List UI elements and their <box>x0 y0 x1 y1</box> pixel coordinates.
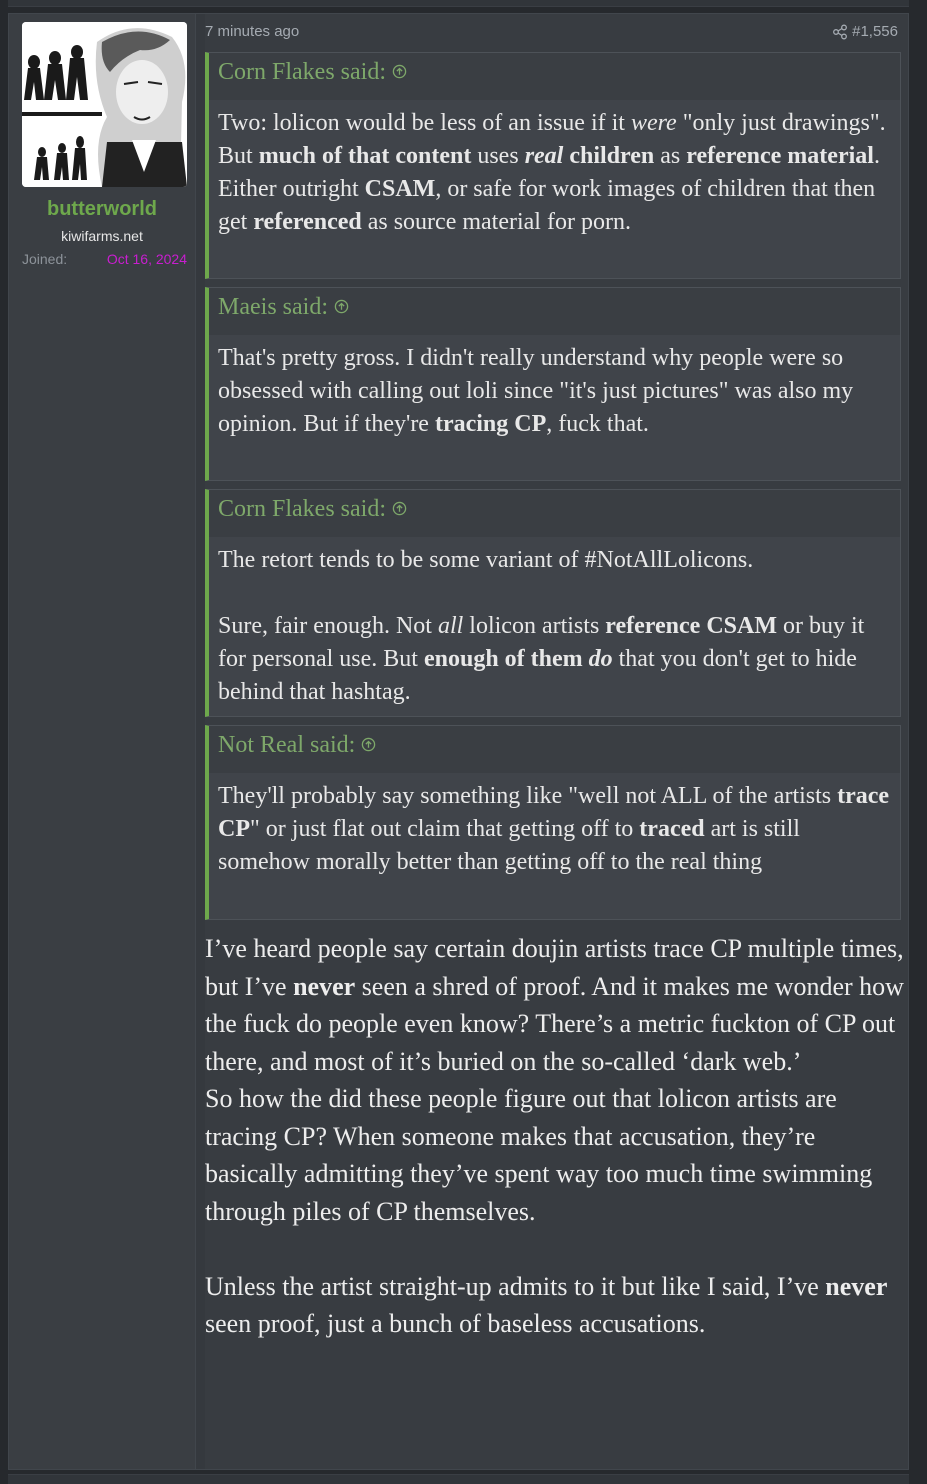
quote-author: Maeis said: <box>218 294 328 320</box>
quote-author: Corn Flakes said: <box>218 59 386 85</box>
username[interactable]: butterworld <box>9 198 195 221</box>
quote-header[interactable]: Corn Flakes said: <box>209 490 900 537</box>
avatar-image <box>22 22 187 187</box>
arrow-up-circle-icon[interactable] <box>334 299 349 314</box>
quote-block: Not Real said: They'll probably say some… <box>205 725 901 920</box>
quote-text: They'll probably say something like "wel… <box>218 783 890 875</box>
post-body: I’ve heard people say certain doujin art… <box>205 930 905 1343</box>
quote-header[interactable]: Corn Flakes said: <box>209 53 900 100</box>
quote-block: Maeis said: That's pretty gross. I didn'… <box>205 287 901 481</box>
post-timestamp[interactable]: 7 minutes ago <box>205 23 299 40</box>
previous-post-edge <box>8 0 909 7</box>
forum-post: butterworld kiwifarms.net Joined: Oct 16… <box>8 13 909 1470</box>
user-sidebar: butterworld kiwifarms.net Joined: Oct 16… <box>9 14 196 1469</box>
quote-author: Corn Flakes said: <box>218 496 386 522</box>
user-title: kiwifarms.net <box>61 228 143 244</box>
arrow-up-circle-icon[interactable] <box>392 501 407 516</box>
arrow-up-circle-icon[interactable] <box>392 64 407 79</box>
joined-label: Joined: <box>22 251 68 267</box>
quote-block: Corn Flakes said: The retort tends to be… <box>205 489 901 717</box>
post-paragraph: Unless the artist straight-up admits to … <box>205 1271 888 1339</box>
quote-block: Corn Flakes said: Two: lolicon would be … <box>205 52 901 279</box>
joined-date: Oct 16, 2024 <box>106 251 187 267</box>
avatar[interactable] <box>22 22 187 187</box>
quote-header[interactable]: Maeis said: <box>209 288 900 335</box>
quote-text: That's pretty gross. I didn't really und… <box>218 345 854 437</box>
post-paragraph: So how the did these people figure out t… <box>205 1084 873 1226</box>
quote-text: The retort tends to be some variant of #… <box>218 547 865 705</box>
share-icon[interactable] <box>832 24 848 40</box>
post-main: 7 minutes ago #1,556 Corn Flakes said: T… <box>205 14 908 1469</box>
post-number[interactable]: #1,556 <box>852 23 898 40</box>
quote-header[interactable]: Not Real said: <box>209 726 900 773</box>
post-paragraph: I’ve heard people say certain doujin art… <box>205 934 904 1076</box>
quote-text: Two: lolicon would be less of an issue i… <box>218 110 886 235</box>
quote-author: Not Real said: <box>218 732 356 758</box>
arrow-up-circle-icon[interactable] <box>361 737 376 752</box>
